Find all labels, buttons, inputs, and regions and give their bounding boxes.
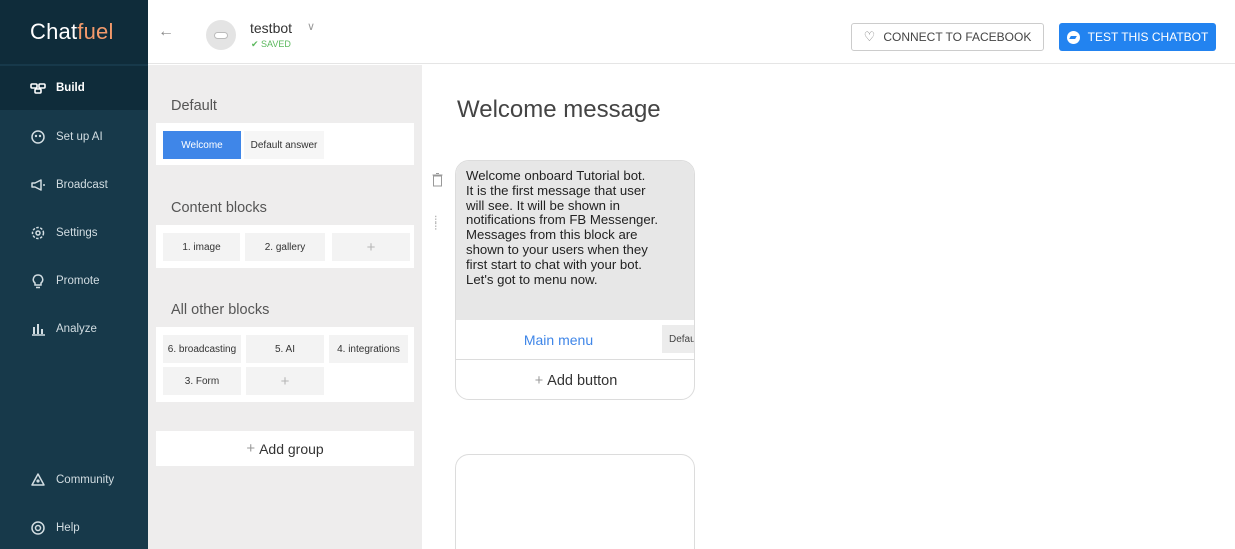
message-line: Welcome onboard Tutorial bot. [466,168,646,183]
sidebar-item-label: Help [56,522,80,534]
sidebar-item-label: Analyze [56,323,97,335]
gear-icon [28,225,48,241]
messenger-icon [1066,30,1080,44]
group-title: Content blocks [171,200,267,216]
block-ai[interactable]: 5. AI [246,335,324,363]
block-broadcasting[interactable]: 6. broadcasting [163,335,241,363]
bot-name[interactable]: testbot [250,20,292,36]
button-row: Main menu Default answer [456,320,694,360]
group-content-blocks: 1. image 2. gallery + [156,225,414,268]
block-image[interactable]: 1. image [163,233,240,261]
chart-icon [28,321,48,337]
trash-icon[interactable] [432,173,443,192]
sidebar-item-analyze[interactable]: Analyze [0,307,148,351]
connect-button-label: CONNECT TO FACEBOOK [883,30,1032,44]
connect-to-facebook-button[interactable]: ♡ CONNECT TO FACEBOOK [851,23,1044,51]
sidebar-item-label: Set up AI [56,131,103,143]
message-line: will see. It will be shown in [466,197,620,213]
sidebar-item-community[interactable]: Community [0,458,148,502]
empty-card[interactable] [455,454,695,549]
back-arrow-icon[interactable]: ← [158,23,174,41]
group-other-blocks: 6. broadcasting 5. AI 4. integrations 3.… [156,327,414,402]
sidebar-item-label: Build [56,82,85,94]
megaphone-icon [28,177,48,193]
build-icon [28,80,48,96]
block-title: Welcome message [457,96,661,123]
add-button[interactable]: + Add button [456,361,694,399]
add-block-button[interactable]: + [246,367,324,395]
lightbulb-icon [28,273,48,289]
bot-avatar[interactable] [206,20,236,50]
block-default-answer[interactable]: Default answer [244,131,324,159]
add-group-label: Add group [259,440,324,457]
lifebuoy-icon [28,520,48,536]
block-welcome[interactable]: Welcome [163,131,241,159]
message-line: Messages from this block are [466,227,638,243]
top-bar: ← testbot ∨ ✔ SAVED ♡ CONNECT TO FACEBOO… [148,0,1235,64]
sidebar-item-promote[interactable]: Promote [0,259,148,303]
message-line: first start to chat with your bot. [466,256,642,272]
sidebar-item-label: Community [56,474,115,486]
block-editor: Welcome message ⁝ ⁝ Welcome onboard Tutor… [422,65,1235,549]
test-button-label: TEST THIS CHATBOT [1087,30,1209,44]
main-menu-button[interactable]: Main menu [456,320,661,360]
bell-icon: ♡ [863,29,876,44]
sidebar-item-broadcast[interactable]: Broadcast [0,163,148,207]
message-line: notifications from FB Messenger. [466,212,659,228]
group-title: All other blocks [171,302,270,318]
message-text[interactable]: Welcome onboard Tutorial bot. It is the … [456,161,694,320]
message-line: It is the first message that user [466,182,646,198]
logo-text-chat: Chat [30,19,78,44]
ai-icon [28,129,48,145]
linked-block-tag[interactable]: Default answer [662,325,694,353]
block-gallery[interactable]: 2. gallery [245,233,325,261]
sidebar-item-build[interactable]: Build [0,66,148,110]
community-icon [28,472,48,488]
block-form[interactable]: 3. Form [163,367,241,395]
add-group-button[interactable]: + Add group [156,431,414,466]
logo-text-fuel: fuel [77,19,114,44]
chevron-down-icon[interactable]: ∨ [307,20,315,33]
plus-icon: + [534,373,544,389]
logo-area: Chatfuel [0,0,148,64]
text-card: Welcome onboard Tutorial bot. It is the … [455,160,695,400]
group-default: Welcome Default answer [156,123,414,165]
group-title: Default [171,98,217,114]
block-integrations[interactable]: 4. integrations [329,335,408,363]
sidebar-item-set-up-ai[interactable]: Set up AI [0,115,148,159]
add-block-button[interactable]: + [332,233,410,261]
sidebar-item-settings[interactable]: Settings [0,211,148,255]
saved-status: ✔ SAVED [251,39,291,49]
test-chatbot-button[interactable]: TEST THIS CHATBOT [1059,23,1216,51]
drag-handle-icon[interactable]: ⁝ ⁝ [434,215,438,233]
chatfuel-logo[interactable]: Chatfuel [30,19,114,45]
message-line: shown to your users when they [466,241,648,257]
sidebar-item-help[interactable]: Help [0,506,148,549]
add-button-label: Add button [547,373,618,389]
sidebar-item-label: Broadcast [56,179,108,191]
sidebar: Chatfuel Build Set up AI Broadcast Setti… [0,0,148,549]
message-line: Let's got to menu now. [466,271,598,287]
plus-icon: + [246,440,256,457]
bot-avatar-shape [214,31,228,39]
sidebar-item-label: Settings [56,227,98,239]
sidebar-item-label: Promote [56,275,100,287]
blocks-panel: Default Welcome Default answer Content b… [148,65,422,549]
